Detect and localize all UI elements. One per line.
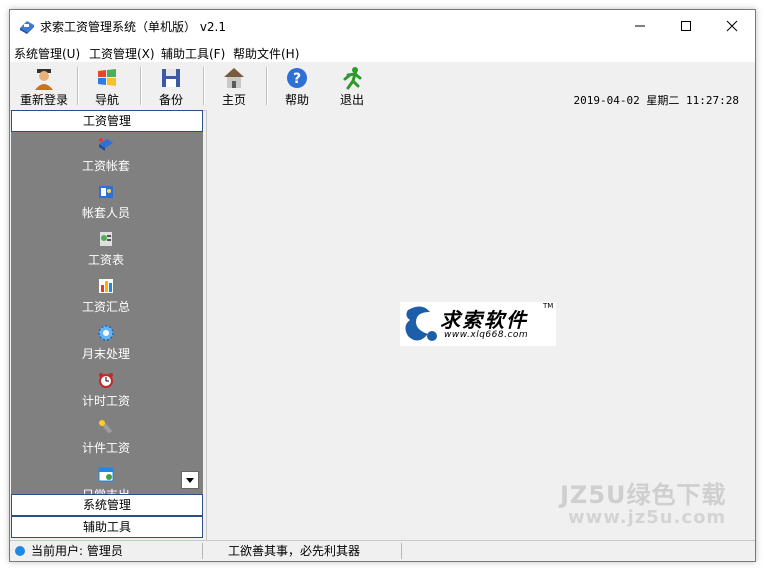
menu-help[interactable]: 帮助文件(H) — [233, 45, 299, 62]
nav-item-accounts[interactable]: 工资帐套 — [11, 136, 201, 182]
current-user: 当前用户: 管理员 — [31, 544, 123, 558]
close-icon — [726, 20, 738, 32]
section-header-salary[interactable]: 工资管理 — [11, 110, 203, 132]
nav-panel: 工资管理 工资帐套 帐套人员 工资表 工资汇总 月末处理 计时工资 计件工资 系… — [11, 110, 203, 540]
section-header-tools[interactable]: 辅助工具 — [11, 516, 203, 538]
toolbar: 重新登录 导航 备份 主页 ? 帮助 退出 2019-04-02 星期二 11:… — [10, 62, 755, 111]
minimize-icon — [635, 25, 645, 27]
app-logo-icon — [20, 21, 34, 34]
menu-bar: 系统管理(U) 工资管理(X) 辅助工具(F) 帮助文件(H) — [10, 42, 755, 62]
maximize-icon — [681, 21, 691, 31]
gear-globe-icon — [98, 325, 114, 341]
section-header-system[interactable]: 系统管理 — [11, 494, 203, 516]
nav-item-salary-table[interactable]: 工资表 — [11, 230, 201, 276]
help-label: 帮助 — [284, 93, 309, 107]
status-user-cell: 当前用户: 管理员 — [12, 543, 203, 559]
exit-label: 退出 — [339, 93, 364, 107]
book-icon — [99, 138, 113, 151]
nav-label: 计时工资 — [81, 394, 130, 408]
navigate-button[interactable]: 导航 — [77, 64, 137, 108]
nav-label: 日常支出 — [11, 486, 201, 494]
home-button[interactable]: 主页 — [204, 64, 264, 108]
company-logo: 求索软件 TM www.xlq668.com — [400, 302, 556, 346]
help-button[interactable]: ? 帮助 — [267, 64, 327, 108]
relogin-label: 重新登录 — [19, 93, 68, 107]
nav-label: 帐套人员 — [81, 206, 130, 220]
nav-item-hourly[interactable]: 计时工资 — [11, 371, 201, 417]
clock-display: 2019-04-02 星期二 11:27:28 — [573, 94, 739, 107]
wrench-icon — [99, 420, 113, 434]
home-icon — [224, 68, 244, 88]
user-status-icon — [15, 546, 25, 556]
status-empty — [406, 543, 752, 559]
nav-list: 工资帐套 帐套人员 工资表 工资汇总 月末处理 计时工资 计件工资 — [11, 132, 203, 494]
watermark: JZ5U绿色下载 www.jz5u.com — [560, 475, 740, 535]
alarm-clock-icon — [99, 373, 113, 388]
logo-title: 求索软件 — [440, 308, 528, 332]
menu-system[interactable]: 系统管理(U) — [14, 45, 80, 62]
nav-label: 工资表 — [87, 253, 124, 267]
exit-button[interactable]: 退出 — [322, 64, 382, 108]
nav-item-piecework[interactable]: 计件工资 — [11, 418, 201, 464]
nav-label: 计件工资 — [81, 441, 130, 455]
calendar-icon — [98, 467, 114, 482]
backup-label: 备份 — [158, 93, 183, 107]
home-label: 主页 — [221, 93, 246, 107]
menu-tools[interactable]: 辅助工具(F) — [161, 45, 225, 62]
minimize-button[interactable] — [617, 10, 663, 42]
nav-label: 工资汇总 — [81, 300, 130, 314]
nav-item-month-end[interactable]: 月末处理 — [11, 324, 201, 370]
salary-table-icon — [100, 232, 112, 246]
title-bar: 求索工资管理系统（单机版） v2.1 — [10, 10, 755, 42]
status-bar: 当前用户: 管理员 工欲善其事，必先利其器 — [10, 540, 755, 561]
nav-label: 月末处理 — [81, 347, 130, 361]
nav-item-expenses[interactable]: 日常支出 — [11, 465, 201, 494]
personnel-card-icon — [99, 186, 113, 198]
logo-trademark: TM — [543, 302, 554, 310]
status-motto: 工欲善其事，必先利其器 — [206, 543, 402, 559]
scroll-down-button[interactable] — [181, 471, 199, 489]
nav-item-personnel[interactable]: 帐套人员 — [11, 183, 201, 229]
maximize-button[interactable] — [663, 10, 709, 42]
help-icon: ? — [287, 68, 307, 88]
floppy-disk-icon — [162, 69, 180, 87]
windows-flag-icon — [98, 69, 116, 86]
watermark-url: www.jz5u.com — [568, 507, 727, 528]
menu-salary[interactable]: 工资管理(X) — [89, 45, 155, 62]
svg-text:?: ? — [293, 71, 301, 87]
watermark-main: JZ5U绿色下载 — [560, 481, 727, 509]
nav-label: 工资帐套 — [81, 159, 130, 173]
backup-button[interactable]: 备份 — [141, 64, 201, 108]
logo-url: www.xlq668.com — [444, 330, 529, 340]
relogin-button[interactable]: 重新登录 — [14, 64, 74, 108]
user-icon — [35, 69, 53, 90]
nav-item-summary[interactable]: 工资汇总 — [11, 277, 201, 323]
chevron-down-icon — [186, 478, 194, 483]
bar-chart-icon — [99, 279, 113, 293]
window-title: 求索工资管理系统（单机版） v2.1 — [40, 20, 227, 34]
running-man-icon — [343, 67, 362, 90]
navigate-label: 导航 — [94, 93, 119, 107]
close-button[interactable] — [709, 10, 755, 42]
logo-emblem-icon — [405, 306, 437, 341]
